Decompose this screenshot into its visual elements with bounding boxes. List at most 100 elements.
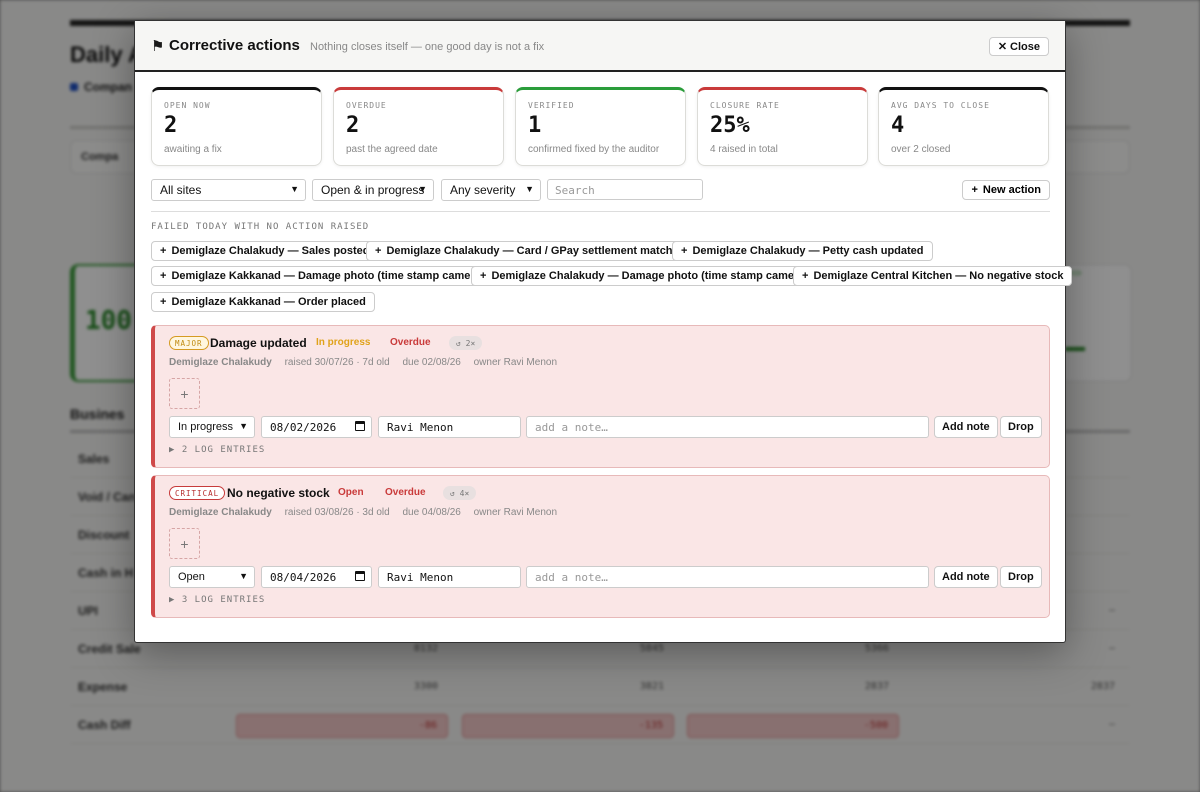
raise-action-chip[interactable]: + Demiglaze Kakkanad — Order placed: [151, 292, 375, 312]
plus-icon: +: [480, 270, 487, 282]
severity-badge: MAJOR: [169, 336, 209, 350]
plus-icon: +: [375, 245, 382, 257]
kpi-label: AVG DAYS TO CLOSE: [891, 101, 990, 110]
status-label: Open: [338, 487, 364, 498]
kpi-value: 2: [164, 113, 178, 138]
status-select[interactable]: In progress ▼: [169, 416, 255, 438]
severity-filter-select[interactable]: Any severity ▼: [441, 179, 541, 201]
status-select[interactable]: Open ▼: [169, 566, 255, 588]
kpi-label: OVERDUE: [346, 101, 387, 110]
chevron-down-icon: ▼: [525, 184, 534, 194]
kpi-verified: VERIFIED 1 confirmed fixed by the audito…: [515, 87, 686, 166]
raise-action-chip[interactable]: + Demiglaze Chalakudy — Petty cash update…: [672, 241, 933, 261]
kpi-avg-days-to-close: AVG DAYS TO CLOSE 4 over 2 closed: [878, 87, 1049, 166]
raised-date: raised 30/07/26 · 7d old: [284, 357, 390, 368]
kpi-label: VERIFIED: [528, 101, 575, 110]
raise-action-chip[interactable]: + Demiglaze Chalakudy — Sales posted: [151, 241, 379, 261]
raise-action-chip[interactable]: + Demiglaze Chalakudy — Card / GPay settl…: [366, 241, 695, 261]
new-action-button[interactable]: + New action: [962, 180, 1050, 200]
search-input[interactable]: Search: [547, 179, 703, 200]
plus-icon: +: [160, 245, 167, 257]
action-card: MAJOR Damage updated In progress Overdue…: [151, 325, 1050, 468]
action-site: Demiglaze Chalakudy: [169, 357, 272, 368]
status-filter-select[interactable]: Open & in progress ▼: [312, 179, 434, 201]
site-select[interactable]: All sites ▼: [151, 179, 306, 201]
kpi-value: 1: [528, 113, 542, 138]
kpi-note: confirmed fixed by the auditor: [528, 144, 660, 155]
add-photo-button[interactable]: +: [169, 378, 200, 409]
overdue-label: Overdue: [385, 487, 426, 498]
kpi-closure-rate: CLOSURE RATE 25% 4 raised in total: [697, 87, 868, 166]
repeat-count-badge: ↺ 2×: [449, 336, 483, 350]
modal-header: ⚑ Corrective actions Nothing closes itse…: [135, 21, 1065, 72]
drop-button[interactable]: Drop: [1000, 416, 1042, 438]
plus-icon: +: [180, 535, 189, 552]
chevron-down-icon: ▼: [290, 184, 299, 194]
action-title: Damage updated: [210, 336, 307, 350]
raised-date: raised 03/08/26 · 3d old: [284, 507, 390, 518]
kpi-note: 4 raised in total: [710, 144, 778, 155]
add-note-button[interactable]: Add note: [934, 416, 998, 438]
action-title: No negative stock: [227, 486, 330, 500]
flag-icon: ⚑: [151, 38, 165, 55]
add-photo-button[interactable]: +: [169, 528, 200, 559]
chevron-down-icon: ▼: [418, 184, 427, 194]
modal-title: Corrective actions: [169, 37, 300, 54]
triangle-right-icon: ▶: [169, 445, 182, 455]
raise-action-chip[interactable]: + Demiglaze Central Kitchen — No negative…: [793, 266, 1073, 286]
kpi-value: 25%: [710, 113, 750, 138]
action-meta: Demiglaze Chalakudy raised 30/07/26 · 7d…: [169, 357, 567, 368]
action-card: CRITICAL No negative stock Open Overdue …: [151, 475, 1050, 618]
drop-button[interactable]: Drop: [1000, 566, 1042, 588]
kpi-overdue: OVERDUE 2 past the agreed date: [333, 87, 504, 166]
severity-badge: CRITICAL: [169, 486, 226, 500]
raise-action-chip[interactable]: + Demiglaze Chalakudy — Damage photo (tim…: [471, 266, 818, 286]
log-entries-toggle[interactable]: ▶ 2 LOG ENTRIES: [169, 445, 265, 455]
kpi-label: CLOSURE RATE: [710, 101, 780, 110]
plus-icon: +: [971, 184, 978, 196]
add-note-button[interactable]: Add note: [934, 566, 998, 588]
plus-icon: +: [180, 385, 189, 402]
kpi-note: past the agreed date: [346, 144, 438, 155]
triangle-right-icon: ▶: [169, 595, 182, 605]
note-input[interactable]: add a note…: [526, 566, 929, 588]
close-icon: ✕: [997, 41, 1008, 53]
due-date: due 02/08/26: [402, 357, 461, 368]
chevron-down-icon: ▼: [239, 571, 248, 581]
kpi-note: awaiting a fix: [164, 144, 222, 155]
due-date: due 04/08/26: [402, 507, 461, 518]
kpi-label: OPEN NOW: [164, 101, 211, 110]
action-meta: Demiglaze Chalakudy raised 03/08/26 · 3d…: [169, 507, 567, 518]
kpi-open-now: OPEN NOW 2 awaiting a fix: [151, 87, 322, 166]
plus-icon: +: [160, 296, 167, 308]
due-date-input[interactable]: 08/02/2026: [261, 416, 372, 438]
owner: owner Ravi Menon: [473, 507, 557, 518]
owner-input[interactable]: Ravi Menon: [378, 566, 521, 588]
plus-icon: +: [802, 270, 809, 282]
divider: [151, 211, 1050, 212]
header-rule: [135, 70, 1065, 72]
close-button[interactable]: ✕ Close: [988, 37, 1049, 56]
failed-today-label: FAILED TODAY WITH NO ACTION RAISED: [151, 222, 370, 232]
modal-subtitle: Nothing closes itself — one good day is …: [310, 41, 545, 53]
corrective-actions-modal: ⚑ Corrective actions Nothing closes itse…: [134, 20, 1073, 643]
due-date-input[interactable]: 08/04/2026: [261, 566, 372, 588]
kpi-row: OPEN NOW 2 awaiting a fix OVERDUE 2 past…: [151, 87, 1050, 167]
overdue-label: Overdue: [390, 337, 431, 348]
chevron-down-icon: ▼: [239, 421, 248, 431]
log-entries-toggle[interactable]: ▶ 3 LOG ENTRIES: [169, 595, 265, 605]
calendar-icon: [355, 571, 365, 581]
kpi-value: 2: [346, 113, 360, 138]
owner-input[interactable]: Ravi Menon: [378, 416, 521, 438]
action-site: Demiglaze Chalakudy: [169, 507, 272, 518]
plus-icon: +: [681, 245, 688, 257]
kpi-value: 4: [891, 113, 905, 138]
kpi-note: over 2 closed: [891, 144, 951, 155]
calendar-icon: [355, 421, 365, 431]
note-input[interactable]: add a note…: [526, 416, 929, 438]
plus-icon: +: [160, 270, 167, 282]
filter-bar: All sites ▼ Open & in progress ▼ Any sever…: [151, 179, 1050, 201]
owner: owner Ravi Menon: [473, 357, 557, 368]
repeat-count-badge: ↺ 4×: [443, 486, 477, 500]
raise-action-chip[interactable]: + Demiglaze Kakkanad — Damage photo (time…: [151, 266, 494, 286]
